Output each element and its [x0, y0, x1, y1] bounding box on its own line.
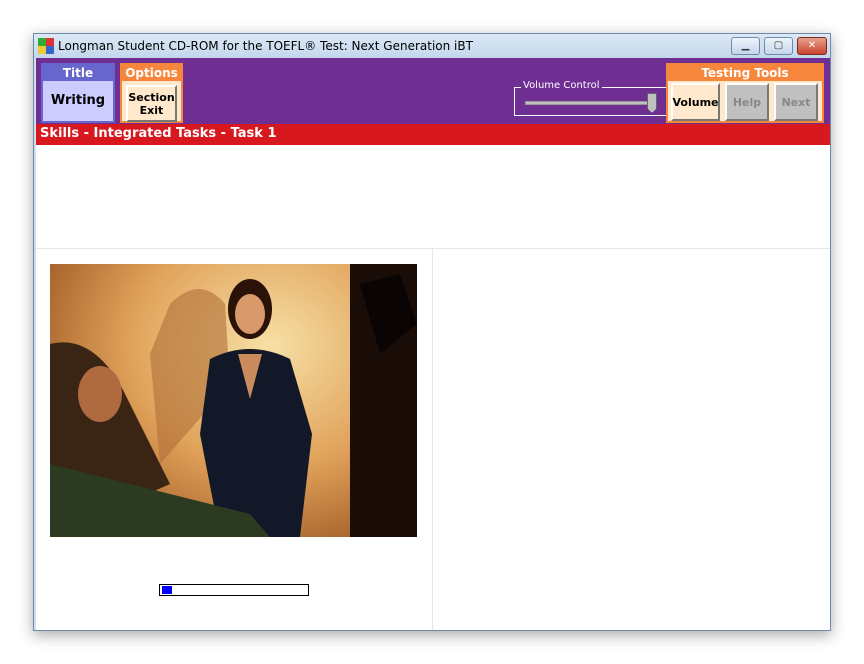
volume-control-label: Volume Control — [521, 80, 602, 91]
title-group: Title Writing — [41, 63, 115, 123]
pane-divider — [432, 249, 433, 630]
help-button[interactable]: Help — [725, 83, 769, 121]
app-window: Longman Student CD-ROM for the TOEFL® Te… — [33, 33, 831, 631]
breadcrumb: Skills - Integrated Tasks - Task 1 — [36, 124, 830, 145]
title-bar: Longman Student CD-ROM for the TOEFL® Te… — [34, 34, 830, 58]
next-button[interactable]: Next — [774, 83, 818, 121]
volume-button[interactable]: Volume — [671, 83, 720, 121]
volume-slider-thumb[interactable] — [647, 93, 657, 113]
audio-progress-fill — [162, 586, 173, 594]
title-header: Title — [43, 65, 113, 81]
window-title: Longman Student CD-ROM for the TOEFL® Te… — [58, 39, 473, 53]
options-group: Options Section Exit — [120, 63, 183, 123]
volume-control: Volume Control — [514, 80, 670, 116]
testing-tools-group: Testing Tools Volume Help Next — [666, 63, 824, 123]
close-button[interactable]: ✕ — [797, 37, 827, 55]
client-area: Title Writing Options Section Exit Volum… — [36, 58, 830, 630]
audio-progress-bar — [159, 584, 309, 596]
app-icon — [38, 38, 54, 54]
toolbar: Title Writing Options Section Exit Volum… — [36, 58, 830, 124]
maximize-button[interactable]: ▢ — [764, 37, 793, 55]
minimize-button[interactable]: ▁ — [731, 37, 760, 55]
testing-tools-header: Testing Tools — [668, 65, 822, 81]
section-exit-button[interactable]: Section Exit — [126, 85, 177, 122]
options-header: Options — [122, 65, 181, 81]
lecture-photo — [50, 264, 417, 537]
volume-slider-track[interactable] — [525, 101, 657, 105]
divider — [36, 248, 830, 249]
section-name: Writing — [50, 93, 106, 108]
